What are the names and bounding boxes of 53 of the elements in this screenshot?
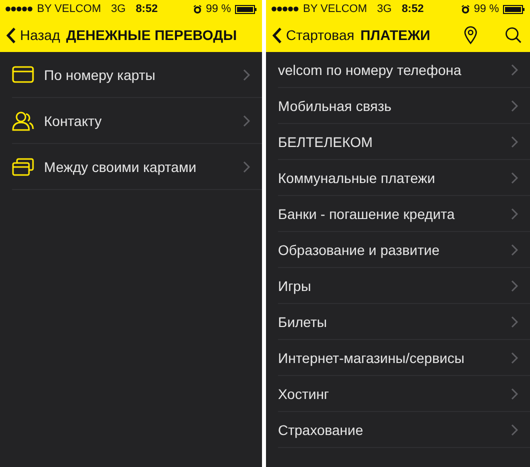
menu-item[interactable]: Контакту bbox=[12, 98, 262, 144]
carrier: BY VELCOM bbox=[37, 3, 101, 15]
menu-item[interactable]: Коммунальные платежи bbox=[278, 160, 530, 196]
screen-title: ПЛАТЕЖИ bbox=[360, 27, 430, 43]
chevron-icon bbox=[243, 114, 250, 126]
back-button[interactable]: Стартовая bbox=[272, 26, 354, 44]
signal-icon bbox=[271, 6, 299, 12]
chevron-icon bbox=[511, 316, 518, 328]
search-icon[interactable] bbox=[505, 25, 522, 45]
network-type: 3G bbox=[111, 3, 126, 15]
cards-icon bbox=[12, 158, 34, 176]
alarm-icon bbox=[192, 4, 202, 14]
screen-title: ДЕНЕЖНЫЕ ПЕРЕВОДЫ bbox=[66, 27, 237, 43]
chevron-icon bbox=[511, 244, 518, 256]
alarm-icon bbox=[460, 4, 470, 14]
location-pin-icon[interactable] bbox=[464, 24, 478, 46]
back-chevron-icon bbox=[6, 26, 16, 44]
battery-icon bbox=[235, 4, 257, 14]
status-time: 8:52 bbox=[136, 3, 158, 15]
chevron-icon bbox=[511, 352, 518, 364]
chevron-icon bbox=[511, 64, 518, 76]
menu-item[interactable]: Интернет-магазины/сервисы bbox=[278, 340, 530, 376]
battery-icon bbox=[503, 4, 525, 14]
menu-item[interactable]: По номеру карты bbox=[12, 52, 262, 98]
chevron-icon bbox=[243, 160, 250, 172]
chevron-icon bbox=[511, 280, 518, 292]
chevron-icon bbox=[511, 172, 518, 184]
chevron-icon bbox=[511, 388, 518, 400]
status-time: 8:52 bbox=[402, 3, 424, 15]
battery-percent: 99 % bbox=[474, 3, 499, 15]
menu-item[interactable]: Страхование bbox=[278, 412, 530, 448]
menu-item[interactable]: velcom по номеру телефона bbox=[278, 52, 530, 88]
chevron-icon bbox=[511, 100, 518, 112]
menu-item[interactable]: Мобильная связь bbox=[278, 88, 530, 124]
menu-item[interactable]: Между своими картами bbox=[12, 144, 262, 190]
menu-item[interactable]: Образование и развитие bbox=[278, 232, 530, 268]
menu-item[interactable]: Игры bbox=[278, 268, 530, 304]
battery-percent: 99 % bbox=[206, 3, 231, 15]
menu-item[interactable]: Банки - погашение кредита bbox=[278, 196, 530, 232]
chevron-icon bbox=[243, 68, 250, 80]
menu-item[interactable]: БЕЛТЕЛЕКОМ bbox=[278, 124, 530, 160]
chevron-icon bbox=[511, 136, 518, 148]
people-icon bbox=[12, 110, 34, 130]
menu-item[interactable]: Билеты bbox=[278, 304, 530, 340]
menu-item[interactable]: Хостинг bbox=[278, 376, 530, 412]
signal-icon bbox=[5, 6, 33, 12]
network-type: 3G bbox=[377, 3, 392, 15]
chevron-icon bbox=[511, 424, 518, 436]
card-icon bbox=[12, 66, 34, 83]
chevron-icon bbox=[511, 208, 518, 220]
carrier: BY VELCOM bbox=[303, 3, 367, 15]
back-chevron-icon bbox=[272, 26, 282, 44]
back-button[interactable]: Назад bbox=[6, 26, 60, 44]
